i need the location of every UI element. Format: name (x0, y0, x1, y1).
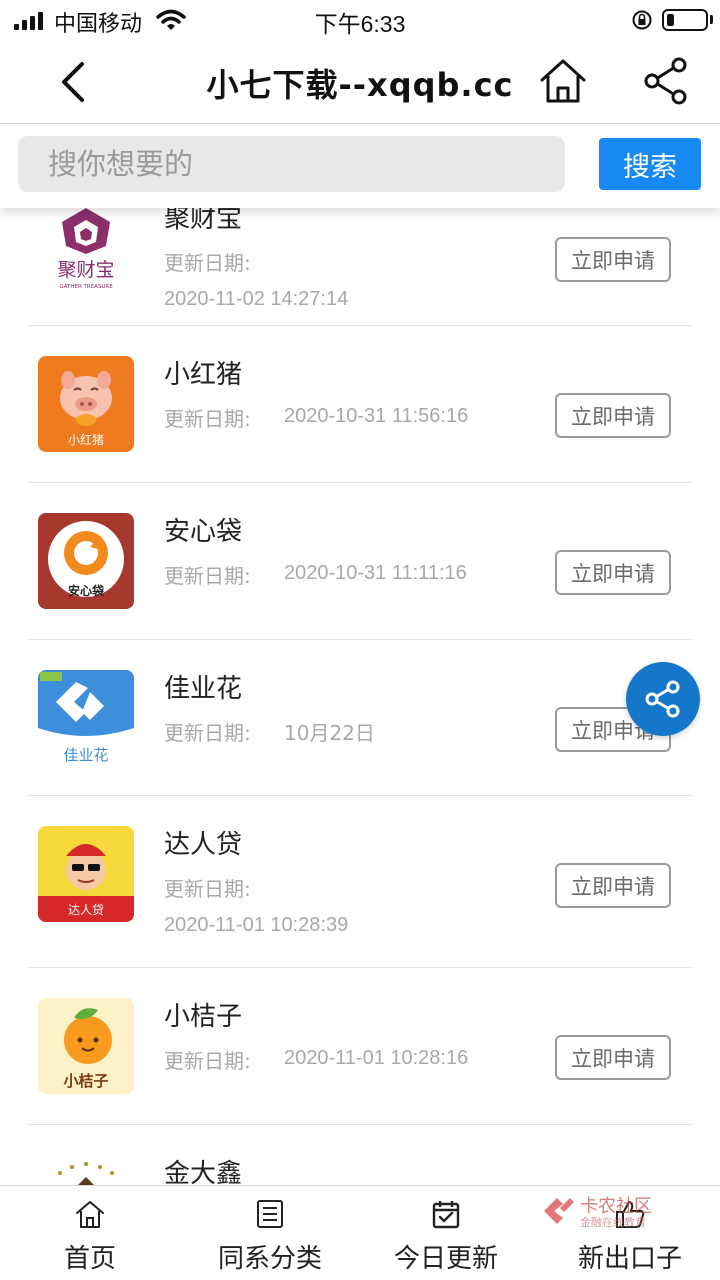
app-name: 小红猪 (164, 360, 243, 390)
update-date-label: 更新日期: (164, 407, 251, 431)
app-icon-jindaxin (38, 1155, 134, 1185)
apply-button[interactable]: 立即申请 (555, 550, 671, 595)
tab-categories[interactable]: 同系分类 (180, 1186, 360, 1280)
calendar-icon (432, 1201, 460, 1229)
update-date-label: 更新日期: (164, 564, 251, 588)
list-item[interactable]: 小桔子 小桔子 更新日期: 2020-11-01 10:28:16 立即申请 (28, 968, 691, 1125)
chevron-left-icon[interactable] (54, 58, 94, 106)
tab-label: 今日更新 (393, 1244, 498, 1274)
app-icon-darendai: 达人贷 (38, 826, 134, 922)
share-icon[interactable] (643, 56, 689, 106)
watermark-subtitle: 金融在线教育 (580, 1216, 646, 1229)
update-date: 10月22日 (284, 721, 375, 745)
update-date: 2020-11-01 10:28:16 (284, 1047, 469, 1069)
tab-label: 同系分类 (217, 1244, 322, 1274)
update-date: 2020-10-31 11:11:16 (284, 562, 467, 584)
list-item[interactable]: 佳业花 佳业花 更新日期: 10月22日 立即申请 (28, 640, 691, 796)
update-date-label: 更新日期: (164, 721, 251, 745)
update-date-label: 更新日期: (164, 877, 251, 901)
app-name: 佳业花 (164, 674, 243, 704)
app-name: 安心袋 (164, 517, 243, 547)
app-name: 金大鑫 (164, 1159, 243, 1185)
watermark-logo-icon (544, 1198, 574, 1224)
update-date: 2020-11-02 14:27:14 (164, 288, 349, 310)
app-name: 小桔子 (164, 1002, 243, 1032)
update-date-label: 更新日期: (164, 1049, 251, 1073)
search-bar: 搜索 (0, 124, 720, 208)
update-date: 2020-11-01 10:28:39 (164, 914, 349, 936)
navigation-bar: 小七下载--xqqb.cc (0, 40, 720, 124)
home-icon[interactable] (538, 56, 588, 106)
svg-text:小红猪: 小红猪 (68, 432, 104, 447)
search-input[interactable] (18, 136, 565, 192)
app-icon-xiaojuzi: 小桔子 (38, 998, 134, 1094)
update-date-label: 更新日期: (164, 251, 251, 275)
svg-text:GATHER TREASURE: GATHER TREASURE (59, 284, 113, 290)
app-list: 聚财宝 聚财宝 GATHER TREASURE 更新日期: 2020-11-02… (0, 208, 720, 1185)
apply-button[interactable]: 立即申请 (555, 863, 671, 908)
tab-label: 首页 (63, 1244, 116, 1274)
status-time: 下午6:33 (314, 11, 406, 37)
svg-text:达人贷: 达人贷 (68, 903, 104, 917)
list-item[interactable]: 聚财宝 聚财宝 GATHER TREASURE 更新日期: 2020-11-02… (28, 208, 691, 326)
apply-button[interactable]: 立即申请 (555, 393, 671, 438)
svg-text:小桔子: 小桔子 (63, 1072, 108, 1090)
update-date: 2020-10-31 11:56:16 (284, 405, 469, 427)
list-icon (257, 1200, 283, 1228)
svg-text:安心袋: 安心袋 (68, 583, 105, 598)
app-icon-xiaohongzhu: 小红猪 (38, 356, 134, 452)
svg-text:佳业花: 佳业花 (63, 746, 108, 764)
apply-button[interactable]: 立即申请 (555, 237, 671, 282)
community-watermark: 卡农社区 金融在线教育 (540, 1190, 720, 1232)
list-item[interactable]: 达人贷 达人贷 更新日期: 2020-11-01 10:28:39 立即申请 (28, 796, 691, 968)
tab-label: 新出口子 (577, 1244, 682, 1274)
list-item[interactable]: 小红猪 小红猪 更新日期: 2020-10-31 11:56:16 立即申请 (28, 326, 691, 483)
status-bar: 中国移动 下午6:33 (0, 0, 720, 40)
list-item[interactable]: 安心袋 安心袋 更新日期: 2020-10-31 11:11:16 立即申请 (28, 483, 691, 640)
tab-today-updates[interactable]: 今日更新 (356, 1186, 536, 1280)
tab-home[interactable]: 首页 (0, 1186, 180, 1280)
app-icon-jiayehua: 佳业花 (38, 670, 134, 766)
app-name: 达人贷 (164, 830, 243, 860)
app-icon-anxindai: 安心袋 (38, 513, 134, 609)
app-name: 聚财宝 (164, 208, 243, 234)
apply-button[interactable]: 立即申请 (555, 1035, 671, 1080)
svg-text:聚财宝: 聚财宝 (57, 259, 114, 281)
share-icon (645, 680, 680, 718)
search-button[interactable]: 搜索 (599, 138, 701, 190)
battery-icon (662, 9, 708, 31)
floating-share-button[interactable] (626, 662, 700, 736)
home-icon (76, 1201, 104, 1228)
app-icon-jucaibao: 聚财宝 GATHER TREASURE (38, 208, 134, 296)
page-title: 小七下载--xqqb.cc (206, 66, 514, 104)
list-item[interactable]: 金大鑫 (28, 1125, 691, 1185)
rotation-lock-icon (632, 10, 652, 30)
